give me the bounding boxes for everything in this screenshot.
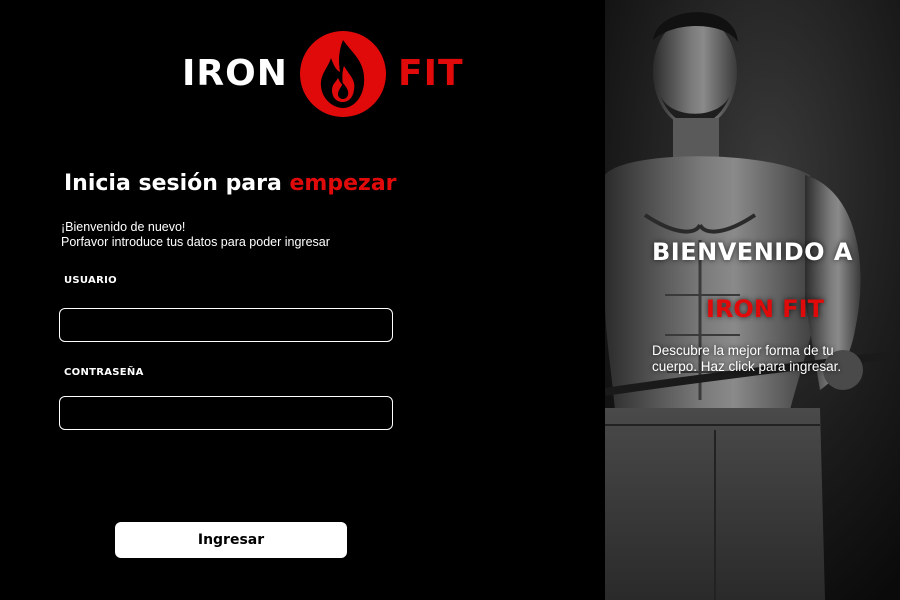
hero-brand: IRON FIT [706, 295, 824, 323]
login-title-main: Inicia sesión para [64, 171, 290, 196]
login-panel: IRON FIT Inicia sesión para empezar ¡Bie… [0, 0, 605, 600]
hero-title: BIENVENIDO A [652, 238, 853, 266]
welcome-text: ¡Bienvenido de nuevo! Porfavor introduce… [61, 220, 330, 250]
login-title: Inicia sesión para empezar [64, 170, 397, 198]
password-label: CONTRASEÑA [64, 367, 144, 378]
brand-logo: IRON FIT [180, 28, 465, 120]
username-label: USUARIO [64, 275, 117, 286]
login-button[interactable]: Ingresar [115, 522, 347, 558]
welcome-line: ¡Bienvenido de nuevo! [61, 220, 186, 234]
login-title-accent: empezar [289, 171, 397, 196]
logo-word-iron: IRON [182, 53, 288, 94]
logo-word-fit: FIT [398, 53, 464, 94]
hero-panel[interactable]: BIENVENIDO A IRON FIT Descubre la mejor … [605, 0, 900, 600]
instruction-line: Porfavor introduce tus datos para poder … [61, 235, 330, 249]
username-input[interactable] [59, 308, 393, 342]
flame-icon [300, 31, 386, 117]
password-input[interactable] [59, 396, 393, 430]
login-page: IRON FIT Inicia sesión para empezar ¡Bie… [0, 0, 900, 600]
hero-description: Descubre la mejor forma de tu cuerpo. Ha… [652, 343, 842, 374]
